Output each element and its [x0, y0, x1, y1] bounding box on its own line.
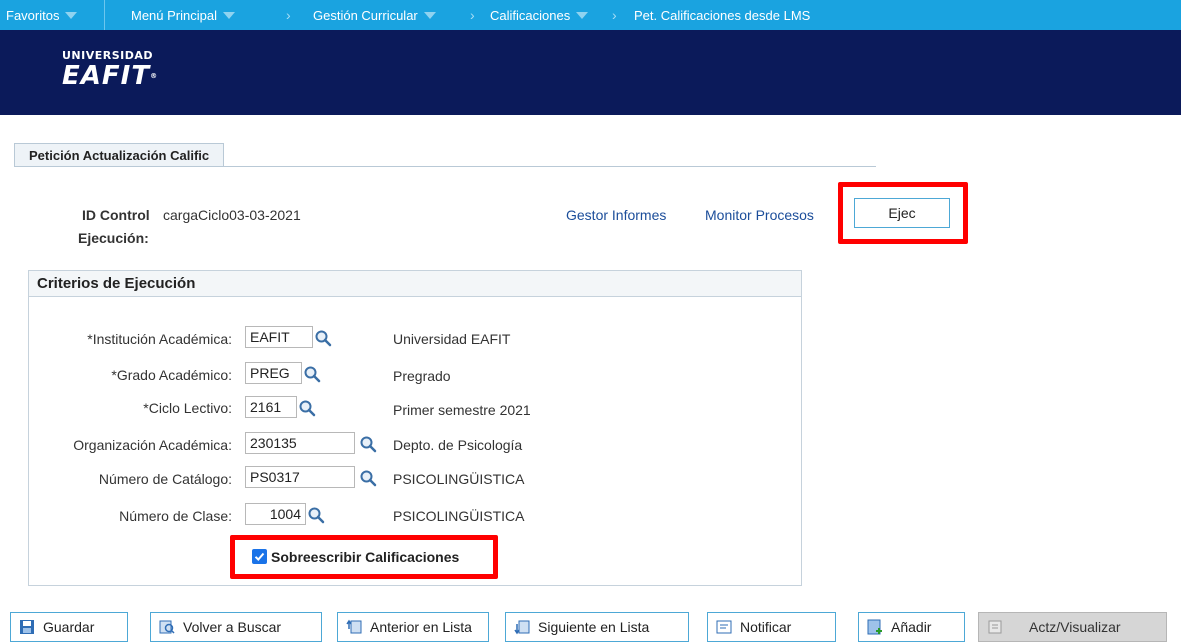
logo-main-word: EAFIT: [62, 61, 151, 91]
actualizar-visualizar-label: Actz/Visualizar: [1029, 619, 1121, 635]
ciclo-label: *Ciclo Lectivo:: [143, 400, 232, 416]
grado-input[interactable]: PREG: [245, 362, 302, 384]
notify-icon: [716, 620, 732, 634]
sobreescribir-checkbox[interactable]: [252, 549, 267, 564]
breadcrumb-separator-icon: ›: [286, 7, 291, 23]
breadcrumb-separator-icon: ›: [470, 7, 475, 23]
anadir-button[interactable]: Añadir: [858, 612, 965, 642]
anadir-label: Añadir: [891, 619, 932, 635]
run-control-label-line2: Ejecución:: [78, 230, 149, 246]
breadcrumb-label: Calificaciones: [490, 7, 571, 23]
breadcrumb-separator-icon: ›: [612, 7, 617, 23]
guardar-label: Guardar: [43, 619, 95, 635]
gestor-informes-link[interactable]: Gestor Informes: [566, 207, 666, 223]
sobreescribir-label: Sobreescribir Calificaciones: [271, 549, 460, 565]
breadcrumb-label: Pet. Calificaciones desde LMS: [634, 7, 811, 23]
catalogo-label: Número de Catálogo:: [98, 471, 232, 487]
tab-label: Petición Actualización Calific: [29, 148, 210, 163]
menu-principal-menu[interactable]: Menú Principal: [131, 0, 235, 30]
ciclo-description: Primer semestre 2021: [393, 402, 531, 418]
institucion-label: *Institución Académica:: [87, 331, 232, 347]
save-icon: [20, 620, 34, 634]
update-display-icon: [988, 620, 1002, 634]
search-icon[interactable]: [307, 506, 325, 524]
breadcrumb-label: Gestión Curricular: [313, 7, 418, 23]
header-banner: [0, 30, 1181, 115]
clase-input[interactable]: 1004: [245, 503, 306, 525]
search-icon[interactable]: [359, 469, 377, 487]
registered-mark-icon: ®: [150, 72, 159, 80]
chevron-down-icon: [223, 11, 235, 19]
next-in-list-icon: [514, 620, 530, 635]
tab-peticion-actualizacion[interactable]: Petición Actualización Calific: [14, 143, 225, 167]
run-control-value: cargaCiclo03-03-2021: [163, 207, 301, 223]
eafit-logo: UNIVERSIDAD EAFIT®: [62, 50, 158, 91]
checkmark-icon: [254, 552, 265, 561]
grado-description: Pregrado: [393, 368, 451, 384]
search-icon[interactable]: [359, 435, 377, 453]
clase-label: Número de Clase:: [119, 508, 232, 524]
organizacion-input[interactable]: 230135: [245, 432, 355, 454]
breadcrumb-gestion-curricular[interactable]: Gestión Curricular: [313, 0, 436, 30]
volver-buscar-button[interactable]: Volver a Buscar: [150, 612, 322, 642]
chevron-down-icon: [576, 11, 589, 19]
run-control-label: ID Control: [82, 207, 150, 223]
search-return-icon: [159, 620, 175, 634]
chevron-down-icon: [423, 11, 436, 19]
guardar-button[interactable]: Guardar: [10, 612, 128, 642]
search-icon[interactable]: [303, 365, 321, 383]
organizacion-label: Organización Académica:: [73, 437, 232, 453]
favoritos-label: Favoritos: [6, 7, 60, 23]
monitor-procesos-link[interactable]: Monitor Procesos: [705, 207, 814, 223]
organizacion-description: Depto. de Psicología: [393, 437, 523, 453]
criterios-header: Criterios de Ejecución: [29, 271, 801, 297]
favoritos-menu[interactable]: Favoritos: [6, 0, 78, 30]
catalogo-description: PSICOLINGÜISTICA: [393, 471, 525, 487]
criterios-group-box: Criterios de Ejecución: [28, 270, 802, 586]
volver-buscar-label: Volver a Buscar: [183, 619, 282, 635]
notificar-label: Notificar: [740, 619, 792, 635]
tab-divider: [14, 166, 876, 167]
institucion-description: Universidad EAFIT: [393, 331, 511, 347]
breadcrumb-calificaciones[interactable]: Calificaciones: [490, 0, 589, 30]
actualizar-visualizar-button[interactable]: Actz/Visualizar: [978, 612, 1167, 642]
logo-main-text: EAFIT®: [62, 62, 158, 90]
menu-principal-label: Menú Principal: [131, 7, 217, 23]
institucion-input[interactable]: EAFIT: [245, 326, 313, 348]
ejec-button-label: Ejec: [888, 205, 916, 221]
previous-in-list-icon: [346, 619, 362, 634]
anterior-lista-button[interactable]: Anterior en Lista: [337, 612, 489, 642]
catalogo-input[interactable]: PS0317: [245, 466, 355, 488]
breadcrumb-current-page[interactable]: Pet. Calificaciones desde LMS: [634, 0, 810, 30]
ejec-button[interactable]: Ejec: [854, 198, 950, 228]
ciclo-input[interactable]: 2161: [245, 396, 297, 418]
search-icon[interactable]: [298, 399, 316, 417]
clase-description: PSICOLINGÜISTICA: [393, 508, 525, 524]
siguiente-lista-button[interactable]: Siguiente en Lista: [505, 612, 689, 642]
search-icon[interactable]: [314, 329, 332, 347]
notificar-button[interactable]: Notificar: [707, 612, 836, 642]
top-navigation-bar: Favoritos Menú Principal › Gestión Curri…: [0, 0, 1181, 30]
nav-divider: [104, 0, 105, 30]
add-icon: [867, 619, 882, 635]
grado-label: *Grado Académico:: [111, 367, 232, 383]
siguiente-lista-label: Siguiente en Lista: [538, 619, 650, 635]
chevron-down-icon: [65, 11, 78, 19]
anterior-lista-label: Anterior en Lista: [370, 619, 472, 635]
